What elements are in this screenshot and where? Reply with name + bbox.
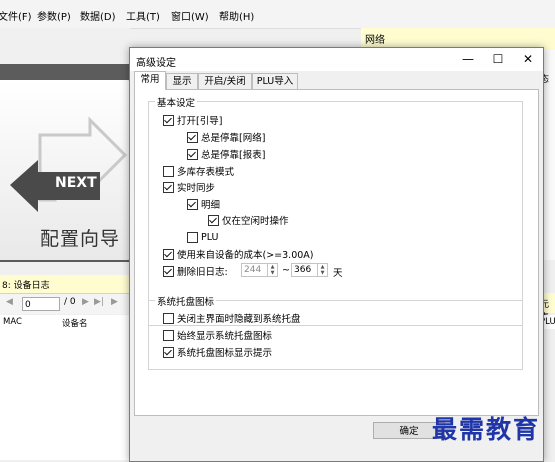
checkbox-box[interactable]	[163, 165, 174, 177]
realtime-sync-label: 实时同步	[177, 183, 216, 194]
network-panel-title: 网络	[365, 35, 385, 46]
checkbox-box[interactable]	[187, 198, 198, 210]
checkbox-box[interactable]	[163, 329, 174, 341]
multi-store-checkbox[interactable]: 多库存表模式	[163, 164, 234, 178]
tray-icon-label: 系统托盘图标	[155, 294, 217, 308]
next-arrow-label: NEXT	[55, 175, 97, 191]
dialog-title: 高级设定	[136, 58, 176, 69]
tab-open-close[interactable]: 开启/关闭	[198, 73, 252, 89]
dialog-title-bar[interactable]: 高级设定 — ☐ ✕	[130, 48, 543, 71]
checkbox-box[interactable]	[187, 231, 198, 243]
minimize-icon[interactable]: —	[453, 48, 483, 71]
end-icon[interactable]: ▶	[111, 297, 118, 307]
plu-label: PLU	[201, 231, 219, 243]
always-show-tray-label: 始终显示系统托盘图标	[177, 331, 273, 342]
plu-checkbox[interactable]: PLU	[187, 230, 219, 244]
range-separator: ~	[282, 265, 290, 276]
open-guide-checkbox[interactable]: 打开[引导]	[163, 113, 222, 127]
menu-help[interactable]: 帮助(H)	[219, 8, 254, 23]
page-number-input[interactable]: 0	[22, 297, 60, 311]
dock-report-label: 总是停靠[报表]	[201, 150, 266, 161]
basic-settings-label: 基本设定	[155, 95, 198, 109]
delete-old-log-label: 删除旧日志:	[177, 267, 228, 278]
close-icon[interactable]: ✕	[513, 48, 543, 71]
spinner-arrows-icon[interactable]: ▲ ▼	[267, 264, 277, 276]
delete-old-log-checkbox[interactable]: 删除旧日志:	[163, 264, 228, 278]
checkbox-box[interactable]	[187, 148, 198, 160]
detail-checkbox[interactable]: 明细	[187, 197, 220, 211]
log-days-to-value: 366	[294, 265, 312, 275]
log-grid-header: MAC 设备名	[0, 315, 130, 330]
log-pager: ◀ ▶ ▶| ▶ / 0	[0, 294, 130, 314]
log-days-from-stepper[interactable]: 244 ▲ ▼	[241, 263, 278, 277]
checkbox-box[interactable]	[163, 114, 174, 126]
open-guide-label: 打开[引导]	[177, 116, 223, 127]
tab-general[interactable]: 常用	[134, 71, 166, 90]
checkbox-box[interactable]	[208, 214, 219, 226]
tab-plu-import[interactable]: PLU导入	[252, 73, 298, 89]
tab-strip: 常用 显示 开启/关闭 PLU导入	[134, 71, 539, 90]
checkbox-box[interactable]	[163, 312, 174, 324]
dock-report-checkbox[interactable]: 总是停靠[报表]	[187, 147, 265, 161]
menu-bar: 文件(F) 参数(P) 数据(D) 工具(T) 窗口(W) 帮助(H)	[0, 0, 555, 29]
checkbox-box[interactable]	[163, 181, 174, 193]
menu-window[interactable]: 窗口(W)	[171, 8, 209, 23]
menu-file[interactable]: 文件(F)	[0, 8, 32, 23]
column-mac[interactable]: MAC	[3, 317, 22, 327]
use-device-cost-label: 使用来自设备的成本(>=3.00A)	[177, 250, 314, 261]
menu-tools[interactable]: 工具(T)	[126, 8, 160, 23]
first-page-icon[interactable]: ◀	[6, 297, 13, 307]
multi-store-label: 多库存表模式	[177, 167, 235, 178]
hide-to-tray-checkbox[interactable]: 关闭主界面时隐藏到系统托盘	[163, 311, 301, 325]
checkbox-box[interactable]	[187, 131, 198, 143]
device-log-title: 8: 设备日志	[2, 281, 50, 291]
next-arrow-icon	[10, 116, 128, 212]
menu-params[interactable]: 参数(P)	[37, 8, 71, 23]
dock-network-label: 总是停靠[网络]	[201, 133, 266, 144]
log-grid	[0, 329, 130, 460]
menu-data[interactable]: 数据(D)	[80, 8, 116, 23]
maximize-icon[interactable]: ☐	[483, 48, 513, 71]
checkbox-box[interactable]	[163, 346, 174, 358]
column-device-name[interactable]: 设备名	[62, 317, 88, 329]
checkbox-box[interactable]	[163, 265, 174, 277]
page-total: / 0	[64, 297, 76, 307]
realtime-sync-checkbox[interactable]: 实时同步	[163, 180, 215, 194]
always-show-tray-checkbox[interactable]: 始终显示系统托盘图标	[163, 328, 272, 342]
idle-only-label: 仅在空闲时操作	[222, 216, 289, 227]
log-days-from-value: 244	[244, 265, 262, 275]
tray-tips-label: 系统托盘图标显示提示	[177, 348, 273, 359]
idle-only-checkbox[interactable]: 仅在空闲时操作	[208, 213, 289, 227]
tab-display[interactable]: 显示	[166, 73, 198, 89]
last-page-icon[interactable]: ▶|	[94, 297, 104, 307]
tab-page-general: 基本设定 打开[引导] 总是停靠[网络] 总是停靠[报表] 多库存表模式 实时同…	[134, 89, 539, 416]
watermark: 最需教育	[432, 415, 541, 444]
hide-to-tray-label: 关闭主界面时隐藏到系统托盘	[177, 314, 301, 325]
checkbox-box[interactable]	[163, 248, 174, 260]
advanced-settings-dialog: 高级设定 — ☐ ✕ 常用 显示 开启/关闭 PLU导入 基本设定 打开[引导]…	[129, 47, 544, 462]
dock-network-checkbox[interactable]: 总是停靠[网络]	[187, 130, 265, 144]
detail-label: 明细	[201, 200, 221, 211]
log-days-to-stepper[interactable]: 366 ▲ ▼	[291, 263, 328, 277]
spinner-arrows-icon[interactable]: ▲ ▼	[317, 264, 327, 276]
config-guide-title: 配置向导	[40, 228, 121, 250]
use-device-cost-checkbox[interactable]: 使用来自设备的成本(>=3.00A)	[163, 247, 313, 261]
tray-tips-checkbox[interactable]: 系统托盘图标显示提示	[163, 345, 272, 359]
next-page-icon[interactable]: ▶	[82, 297, 89, 307]
days-unit-label: 天	[333, 268, 343, 279]
